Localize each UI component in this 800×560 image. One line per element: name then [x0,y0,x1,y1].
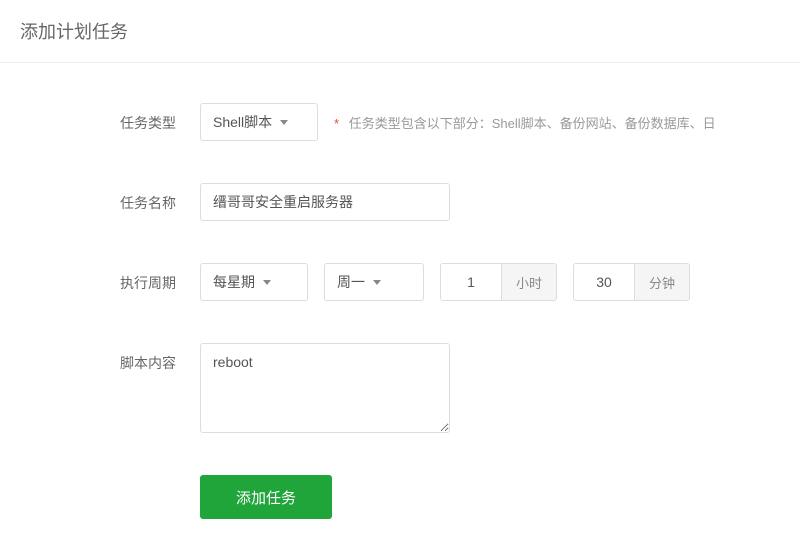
hour-input[interactable] [441,264,501,300]
minute-group: 分钟 [573,263,690,301]
task-type-select[interactable]: Shell脚本 [200,103,318,141]
schedule-label: 执行周期 [120,263,200,293]
script-label: 脚本内容 [120,343,200,373]
task-type-help: * 任务类型包含以下部分：Shell脚本、备份网站、备份数据库、日 [334,113,716,132]
add-task-button[interactable]: 添加任务 [200,475,332,519]
row-task-name: 任务名称 [120,183,800,221]
chevron-down-icon [280,120,288,125]
row-schedule: 执行周期 每星期 周一 小时 分钟 [120,263,800,301]
row-task-type: 任务类型 Shell脚本 * 任务类型包含以下部分：Shell脚本、备份网站、备… [120,103,800,141]
row-submit: 添加任务 [120,475,800,519]
weekday-select[interactable]: 周一 [324,263,424,301]
task-name-label: 任务名称 [120,183,200,213]
frequency-select[interactable]: 每星期 [200,263,308,301]
script-textarea[interactable] [200,343,450,433]
cron-task-form: 任务类型 Shell脚本 * 任务类型包含以下部分：Shell脚本、备份网站、备… [0,63,800,519]
hour-unit: 小时 [501,264,556,300]
chevron-down-icon [373,280,381,285]
required-asterisk: * [334,116,339,131]
chevron-down-icon [263,280,271,285]
weekday-selected: 周一 [337,272,365,292]
task-name-input[interactable] [200,183,450,221]
task-type-help-text: 任务类型包含以下部分：Shell脚本、备份网站、备份数据库、日 [349,116,716,131]
frequency-selected: 每星期 [213,272,255,292]
minute-unit: 分钟 [634,264,689,300]
minute-input[interactable] [574,264,634,300]
hour-group: 小时 [440,263,557,301]
task-type-label: 任务类型 [120,103,200,133]
row-script: 脚本内容 [120,343,800,433]
task-type-selected: Shell脚本 [213,112,272,132]
page-title: 添加计划任务 [0,0,800,63]
